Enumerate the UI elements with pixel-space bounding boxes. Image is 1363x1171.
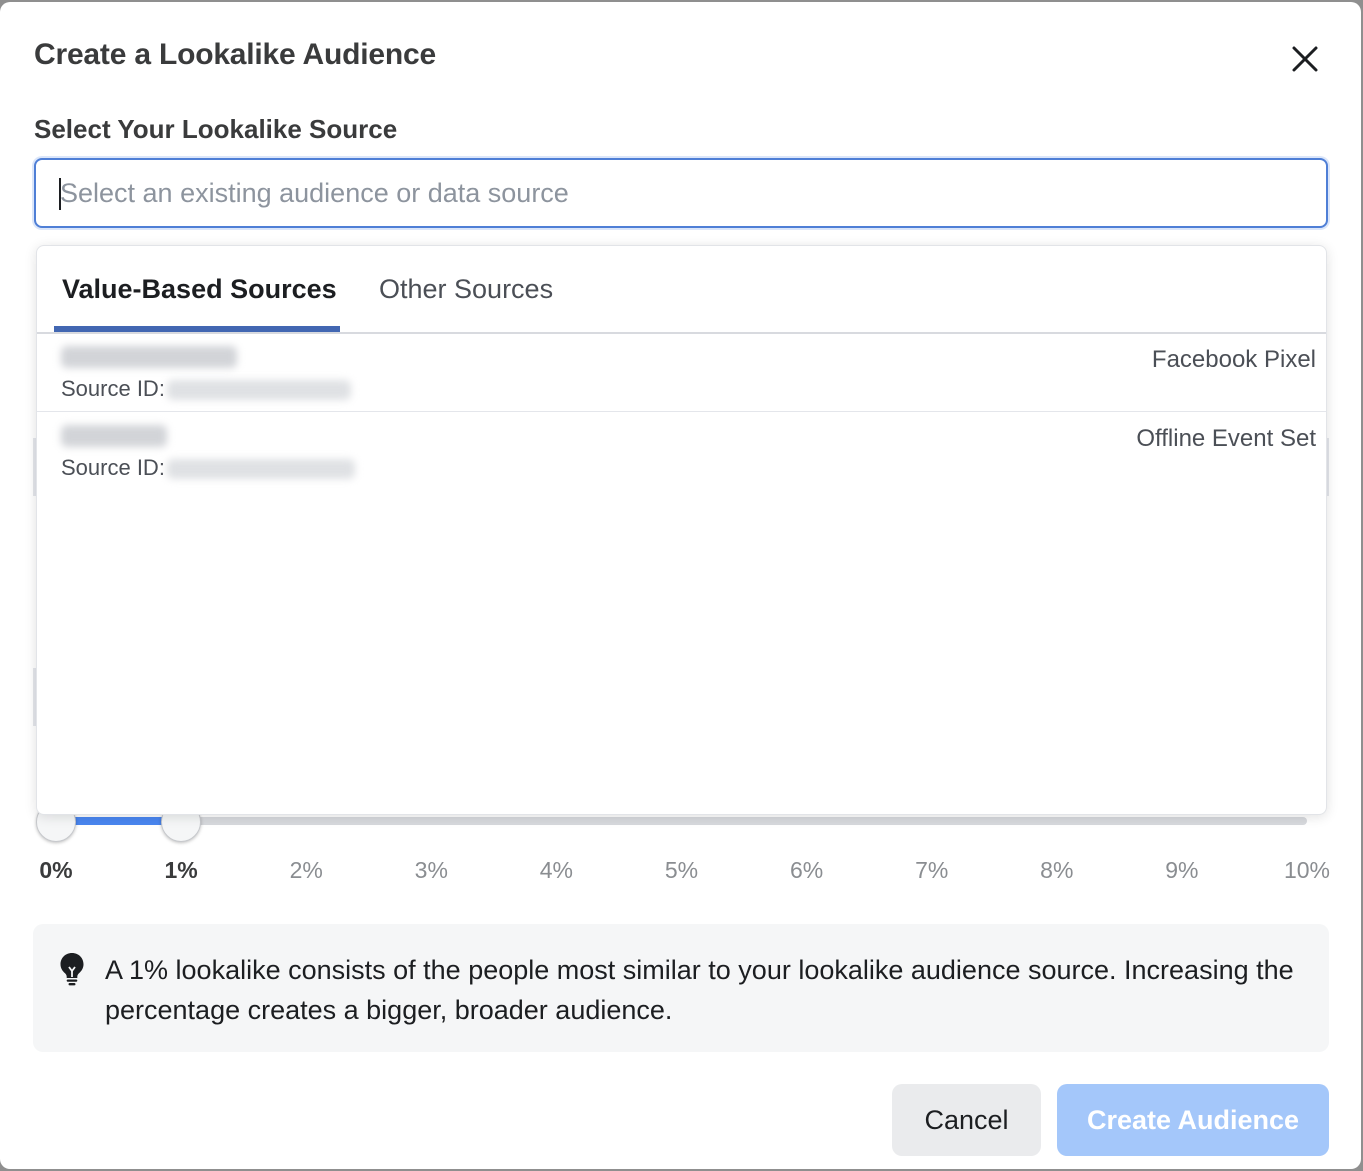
- lookalike-dialog: Create a Lookalike Audience Select Your …: [0, 2, 1361, 1169]
- source-tabs: Value-Based Sources Other Sources: [37, 246, 1326, 334]
- size-tick-label: 6%: [789, 857, 824, 883]
- size-tick-label: 4%: [539, 857, 574, 883]
- source-list-item[interactable]: Source ID: Offline Event Set: [37, 413, 1326, 491]
- source-search-input[interactable]: [34, 158, 1328, 228]
- source-id-label: Source ID:: [61, 455, 165, 480]
- source-list-item[interactable]: Source ID: Facebook Pixel: [37, 334, 1326, 412]
- size-tick-label: 8%: [1040, 857, 1074, 883]
- source-type: Facebook Pixel: [1151, 346, 1316, 373]
- dialog-title: Create a Lookalike Audience: [34, 38, 436, 71]
- close-x-icon: [1292, 46, 1318, 72]
- source-id-label: Source ID:: [61, 376, 165, 401]
- redacted-source-name: [61, 425, 167, 447]
- size-tick-label: 10%: [1283, 857, 1331, 883]
- redacted-source-id: [167, 380, 351, 400]
- lightbulb-icon: [60, 953, 84, 986]
- redacted-source-name: [61, 346, 237, 368]
- info-text: A 1% lookalike consists of the people mo…: [105, 955, 1294, 1025]
- audience-size-track[interactable]: [56, 817, 1307, 825]
- size-tick-label: 3%: [414, 857, 448, 883]
- size-tick-label: 9%: [1165, 857, 1199, 883]
- text-caret: [59, 178, 61, 210]
- source-dropdown: Value-Based Sources Other Sources Source…: [36, 245, 1327, 815]
- size-tick-label: 1%: [164, 857, 198, 883]
- size-tick-label: 5%: [664, 857, 699, 883]
- tab-value-based-sources[interactable]: Value-Based Sources: [62, 274, 337, 305]
- info-box: A 1% lookalike consists of the people mo…: [33, 924, 1329, 1052]
- size-tick-label: 2%: [289, 857, 323, 883]
- active-tab-indicator: [54, 326, 340, 332]
- source-label: Select Your Lookalike Source: [34, 114, 398, 144]
- source-type: Offline Event Set: [1136, 425, 1316, 452]
- close-button[interactable]: [1284, 38, 1326, 80]
- cancel-button[interactable]: Cancel: [892, 1084, 1041, 1156]
- redacted-source-id: [167, 459, 355, 479]
- size-tick-label: 0%: [39, 857, 73, 883]
- tab-other-sources[interactable]: Other Sources: [379, 274, 553, 305]
- create-audience-button[interactable]: Create Audience: [1057, 1084, 1329, 1156]
- size-tick-label: 7%: [915, 857, 949, 883]
